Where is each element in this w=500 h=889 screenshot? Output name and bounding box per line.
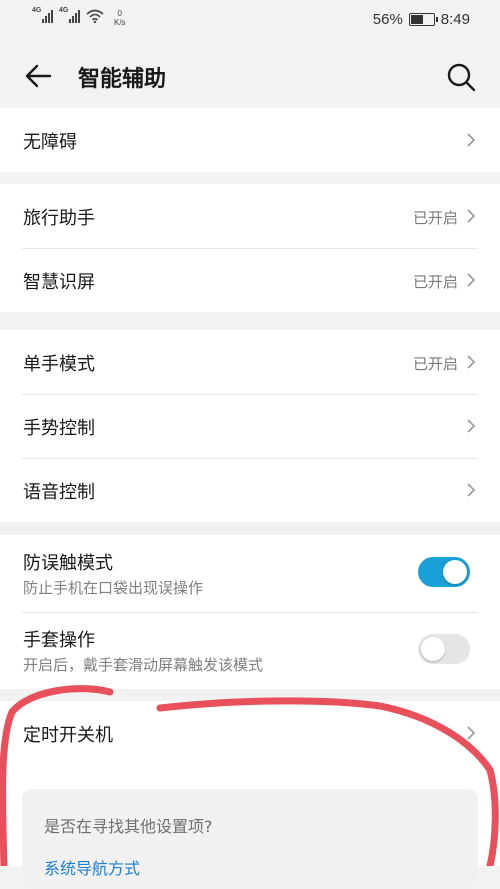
row-status: 已开启: [412, 209, 458, 227]
mistouch-toggle[interactable]: [418, 557, 470, 587]
row-scheduled-power[interactable]: 定时开关机: [0, 701, 500, 765]
row-label: 智慧识屏: [23, 272, 95, 293]
status-left: 4G 4G 0 K/s: [32, 7, 126, 27]
status-bar: 4G 4G 0 K/s 56% 8:49: [0, 0, 500, 42]
signal-icon: 4G: [32, 7, 53, 23]
row-description: 开启后，戴手套滑动屏幕触发该模式: [23, 656, 264, 674]
back-arrow-icon[interactable]: [24, 62, 52, 90]
suggestion-box: 是否在寻找其他设置项? 系统导航方式: [22, 789, 478, 889]
battery-fill: [410, 15, 424, 24]
chevron-right-icon: [467, 483, 476, 497]
row-label: 手套操作: [23, 630, 95, 651]
card-accessibility: 无障碍: [0, 108, 500, 172]
page-title: 智能辅助: [78, 67, 167, 92]
signal-icon: 4G: [59, 7, 80, 23]
battery-percent: 56%: [372, 11, 403, 28]
toggle-knob: [443, 560, 467, 584]
row-label: 手势控制: [23, 418, 95, 439]
row-one-hand-mode[interactable]: 单手模式 已开启: [0, 330, 500, 394]
card-controls: 单手模式 已开启 手势控制 语音控制: [0, 330, 500, 522]
chevron-right-icon: [467, 209, 476, 223]
row-status: 已开启: [412, 355, 458, 373]
row-mistouch-mode: 防误触模式 防止手机在口袋出现误操作: [0, 535, 500, 612]
row-label: 旅行助手: [23, 208, 95, 229]
clock: 8:49: [440, 11, 470, 28]
row-description: 防止手机在口袋出现误操作: [23, 579, 204, 597]
net-speed-unit: K/s: [114, 18, 126, 27]
row-label: 单手模式: [23, 354, 95, 375]
row-voice-control[interactable]: 语音控制: [0, 458, 500, 522]
card-assist: 旅行助手 已开启 智慧识屏 已开启: [0, 184, 500, 312]
net-speed-value: 0: [117, 9, 122, 18]
row-travel-assistant[interactable]: 旅行助手 已开启: [0, 184, 500, 248]
row-gesture-control[interactable]: 手势控制: [0, 394, 500, 458]
signal-tag: 4G: [59, 7, 69, 14]
glove-toggle[interactable]: [418, 634, 470, 664]
status-right: 56% 8:49: [373, 11, 470, 28]
row-smart-screen[interactable]: 智慧识屏 已开启: [0, 248, 500, 312]
chevron-right-icon: [467, 726, 476, 740]
row-glove-mode: 手套操作 开启后，戴手套滑动屏幕触发该模式: [0, 612, 500, 689]
chevron-right-icon: [467, 273, 476, 287]
net-speed: 0 K/s: [114, 9, 126, 27]
row-label: 语音控制: [23, 482, 95, 503]
row-status: 已开启: [412, 273, 458, 291]
battery-icon: [408, 13, 438, 26]
chevron-right-icon: [467, 133, 476, 147]
row-accessibility[interactable]: 无障碍: [0, 108, 500, 172]
signal-tag: 4G: [32, 7, 42, 14]
card-touch: 防误触模式 防止手机在口袋出现误操作 手套操作 开启后，戴手套滑动屏幕触发该模式: [0, 535, 500, 689]
row-label: 定时开关机: [23, 725, 113, 746]
chevron-right-icon: [467, 419, 476, 433]
chevron-right-icon: [467, 355, 476, 369]
search-icon[interactable]: [446, 62, 476, 92]
toggle-knob: [421, 637, 445, 661]
wifi-icon: [86, 9, 104, 23]
app-header: 智能辅助: [0, 42, 500, 108]
row-label: 无障碍: [23, 132, 77, 153]
suggestion-question: 是否在寻找其他设置项?: [44, 817, 213, 836]
suggestion-link[interactable]: 系统导航方式: [44, 855, 140, 879]
row-label: 防误触模式: [23, 553, 113, 574]
